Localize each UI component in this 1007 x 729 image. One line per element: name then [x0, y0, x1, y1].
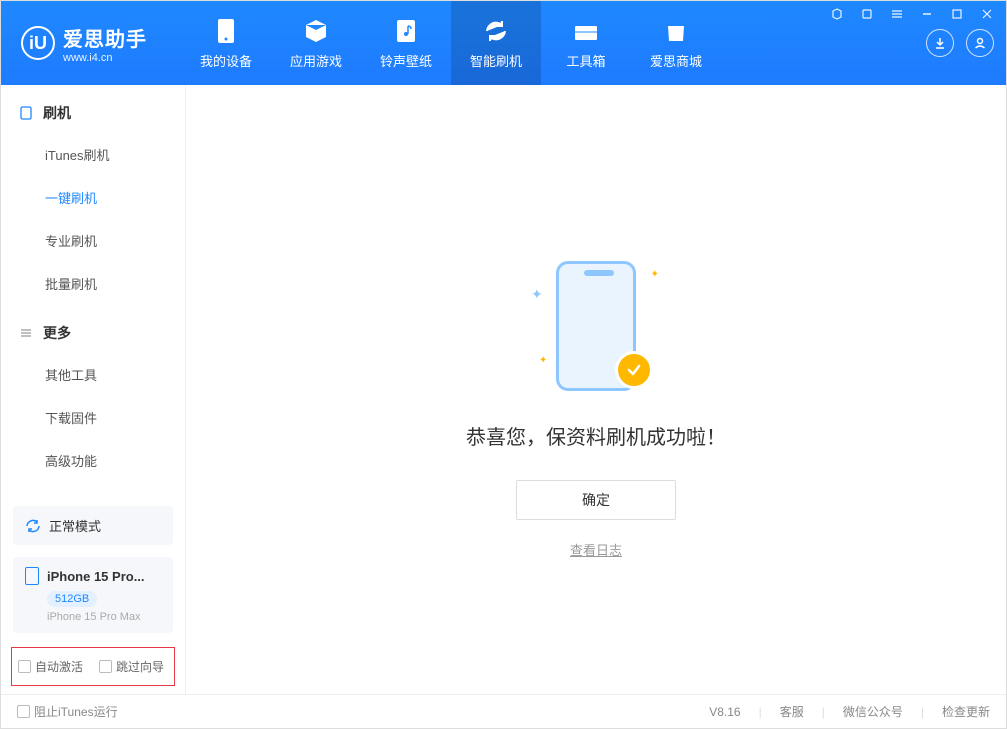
nav-devices[interactable]: 我的设备 [181, 1, 271, 85]
mode-indicator[interactable]: 正常模式 [13, 506, 173, 545]
nav-apps[interactable]: 应用游戏 [271, 1, 361, 85]
success-message: 恭喜您，保资料刷机成功啦！ [466, 421, 726, 450]
refresh-icon [482, 17, 510, 45]
main-content: ✦ ✦ ✦ 恭喜您，保资料刷机成功啦！ 确定 查看日志 [186, 85, 1006, 694]
cube-icon [302, 17, 330, 45]
device-icon [25, 567, 39, 585]
app-url: www.i4.cn [63, 52, 147, 64]
phone-small-icon [19, 106, 33, 120]
device-name: iPhone 15 Pro... [47, 569, 145, 584]
app-name: 爱思助手 [63, 23, 147, 52]
auto-activate-checkbox[interactable]: 自动激活 [18, 658, 83, 675]
toolbox-icon [572, 17, 600, 45]
device-fullname: iPhone 15 Pro Max [47, 611, 161, 623]
download-button[interactable] [926, 29, 954, 57]
skip-wizard-checkbox[interactable]: 跳过向导 [99, 658, 164, 675]
phone-icon [212, 17, 240, 45]
footer: 阻止iTunes运行 V8.16 | 客服 | 微信公众号 | 检查更新 [1, 694, 1006, 728]
profile-button[interactable] [966, 29, 994, 57]
logo[interactable]: iU 爱思助手 www.i4.cn [1, 23, 181, 64]
sparkle-icon: ✦ [539, 355, 547, 366]
ok-button[interactable]: 确定 [516, 480, 676, 520]
logo-icon: iU [21, 26, 55, 60]
nav-store[interactable]: 爱思商城 [631, 1, 721, 85]
sidebar-group-more[interactable]: 更多 [1, 313, 185, 353]
more-icon [19, 326, 33, 340]
nav-toolbox[interactable]: 工具箱 [541, 1, 631, 85]
sidebar-item-pro-flash[interactable]: 专业刷机 [1, 219, 185, 262]
sidebar-item-batch-flash[interactable]: 批量刷机 [1, 262, 185, 305]
window-close-icon[interactable] [976, 5, 998, 26]
window-maximize-icon[interactable] [946, 5, 968, 26]
sidebar-item-other-tools[interactable]: 其他工具 [1, 353, 185, 396]
storage-badge: 512GB [47, 591, 97, 607]
sidebar: 刷机 iTunes刷机 一键刷机 专业刷机 批量刷机 更多 其他工具 下载固件 … [1, 85, 186, 694]
checkbox-icon [17, 705, 30, 718]
bag-icon [662, 17, 690, 45]
sparkle-icon: ✦ [531, 286, 543, 303]
block-itunes-checkbox[interactable]: 阻止iTunes运行 [17, 703, 118, 720]
window-menu-icon[interactable] [886, 5, 908, 26]
check-update-link[interactable]: 检查更新 [942, 703, 990, 720]
nav-flash[interactable]: 智能刷机 [451, 1, 541, 85]
view-log-link[interactable]: 查看日志 [570, 540, 622, 559]
sidebar-item-advanced[interactable]: 高级功能 [1, 439, 185, 482]
window-minimize-icon[interactable] [916, 5, 938, 26]
checkbox-icon [18, 660, 31, 673]
window-tool2-icon[interactable] [856, 5, 878, 26]
success-illustration: ✦ ✦ ✦ [521, 261, 671, 401]
window-tool1-icon[interactable] [826, 5, 848, 26]
check-badge-icon [615, 351, 653, 389]
sidebar-item-oneclick-flash[interactable]: 一键刷机 [1, 176, 185, 219]
version-label: V8.16 [709, 705, 740, 719]
sidebar-item-itunes-flash[interactable]: iTunes刷机 [1, 133, 185, 176]
sync-icon [25, 518, 41, 534]
sparkle-icon: ✦ [651, 269, 659, 280]
device-info[interactable]: iPhone 15 Pro... 512GB iPhone 15 Pro Max [13, 557, 173, 633]
wechat-link[interactable]: 微信公众号 [843, 703, 903, 720]
music-icon [392, 17, 420, 45]
service-link[interactable]: 客服 [780, 703, 804, 720]
nav-ringtones[interactable]: 铃声壁纸 [361, 1, 451, 85]
sidebar-group-flash[interactable]: 刷机 [1, 93, 185, 133]
checkbox-icon [99, 660, 112, 673]
sidebar-item-download-fw[interactable]: 下载固件 [1, 396, 185, 439]
highlighted-options: 自动激活 跳过向导 [11, 647, 175, 686]
